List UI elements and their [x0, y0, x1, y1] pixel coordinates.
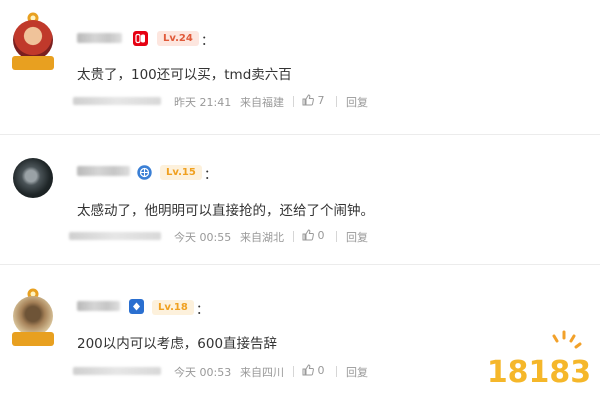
divider [336, 366, 337, 377]
level-badge: Lv.18 [152, 300, 194, 315]
comment-text: 太感动了，他明明可以直接抢的，还给了个闹钟。 [77, 203, 374, 219]
colon: ： [204, 168, 218, 183]
comment-time: 昨天 21:41 [174, 96, 232, 109]
comment-time: 今天 00:55 [174, 231, 232, 244]
divider [336, 96, 337, 107]
username-blurred[interactable] [77, 166, 130, 176]
comment-time: 今天 00:53 [174, 366, 232, 379]
comment-text: 太贵了，100还可以买，tmd卖六百 [77, 67, 292, 83]
divider [293, 96, 294, 107]
divider [293, 366, 294, 377]
comment-2: Lv.15 ： 太感动了，他明明可以直接抢的，还给了个闹钟。 今天 00:55 … [0, 134, 600, 264]
username-blurred[interactable] [77, 33, 122, 43]
thumbs-up-icon [302, 94, 314, 106]
level-badge: Lv.24 [157, 31, 199, 46]
thumbs-up-icon [302, 229, 314, 241]
colon: ： [196, 303, 210, 318]
shield-icon [129, 299, 144, 314]
like-count: 0 [317, 364, 325, 377]
like-count: 7 [317, 94, 325, 107]
divider [293, 231, 294, 242]
meta-blurred [73, 97, 161, 105]
divider [336, 231, 337, 242]
like-button[interactable]: 7 [302, 94, 325, 107]
comment-location: 来自福建 [240, 96, 284, 109]
username-blurred[interactable] [77, 301, 120, 311]
avatar[interactable] [8, 288, 58, 350]
like-count: 0 [317, 229, 325, 242]
reply-button[interactable]: 回复 [346, 94, 368, 110]
globe-icon [137, 165, 152, 180]
meta-blurred [73, 367, 161, 375]
avatar-frame-ribbon [12, 332, 54, 346]
thumbs-up-icon [302, 364, 314, 376]
watermark-logo: 18183 [488, 330, 590, 390]
avatar[interactable] [8, 12, 58, 74]
like-button[interactable]: 0 [302, 364, 325, 377]
avatar[interactable] [8, 158, 58, 220]
like-button[interactable]: 0 [302, 229, 325, 242]
colon: ： [201, 34, 215, 49]
comment-location: 来自湖北 [240, 231, 284, 244]
switch-icon [133, 31, 148, 46]
comment-1: Lv.24 ： 太贵了，100还可以买，tmd卖六百 昨天 21:41 来自福建… [0, 0, 600, 128]
reply-button[interactable]: 回复 [346, 229, 368, 245]
comment-text: 200以内可以考虑，600直接告辞 [77, 336, 278, 352]
level-badge: Lv.15 [160, 165, 202, 180]
avatar-frame-ribbon [12, 56, 54, 70]
reply-button[interactable]: 回复 [346, 364, 368, 380]
comment-location: 来自四川 [240, 366, 284, 379]
meta-blurred [69, 232, 161, 240]
watermark-text: 18183 [488, 355, 590, 390]
